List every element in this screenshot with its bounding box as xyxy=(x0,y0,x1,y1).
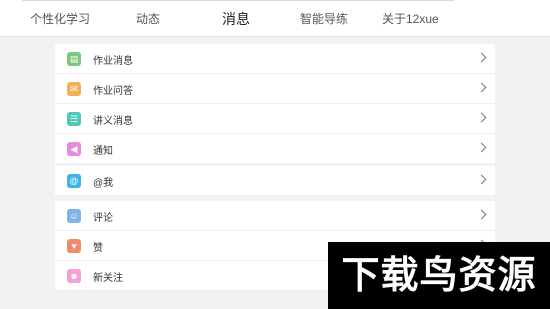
message-group-2: @ @我 xyxy=(55,166,495,195)
message-group-1: ▤ 作业消息 ✉ 作业问答 ☰ 讲义消息 ◀ 通知 xyxy=(55,44,495,163)
handout-message-icon: ☰ xyxy=(67,112,81,126)
tab-messages[interactable]: 消息 xyxy=(222,9,250,29)
chevron-right-icon xyxy=(476,142,487,153)
list-item-comment[interactable]: ☺ 评论 xyxy=(55,201,495,231)
top-divider xyxy=(22,0,454,1)
chevron-right-icon xyxy=(476,52,487,63)
list-item-label: @我 xyxy=(93,178,114,189)
chevron-right-icon xyxy=(476,174,487,185)
homework-message-icon: ▤ xyxy=(67,52,81,66)
list-item-label: 作业消息 xyxy=(93,56,133,67)
list-item-label: 新关注 xyxy=(93,273,123,284)
list-item-notification[interactable]: ◀ 通知 xyxy=(55,134,495,163)
list-item-homework-qa[interactable]: ✉ 作业问答 xyxy=(55,74,495,104)
list-item-label: 讲义消息 xyxy=(93,116,133,127)
list-item-label: 评论 xyxy=(93,213,113,224)
homework-qa-icon: ✉ xyxy=(67,82,81,96)
comment-icon: ☺ xyxy=(67,209,81,223)
list-item-mention[interactable]: @ @我 xyxy=(55,166,495,195)
list-item-label: 通知 xyxy=(93,146,113,157)
like-icon: ♥ xyxy=(67,239,81,253)
list-item-label: 赞 xyxy=(93,243,103,254)
tab-about[interactable]: 关于12xue xyxy=(382,10,439,27)
top-tab-bar: 个性化学习 动态 消息 智能导练 关于12xue xyxy=(0,0,550,37)
mention-icon: @ xyxy=(67,174,81,188)
chevron-right-icon xyxy=(476,209,487,220)
list-item-label: 作业问答 xyxy=(93,86,133,97)
new-follower-icon: ☻ xyxy=(67,269,81,283)
notification-icon: ◀ xyxy=(67,142,81,156)
chevron-right-icon xyxy=(476,112,487,123)
watermark-logo: 下载鸟资源 xyxy=(328,242,550,309)
chevron-right-icon xyxy=(476,82,487,93)
list-item-homework-message[interactable]: ▤ 作业消息 xyxy=(55,44,495,74)
list-item-handout-message[interactable]: ☰ 讲义消息 xyxy=(55,104,495,134)
tab-personalized-learning[interactable]: 个性化学习 xyxy=(30,10,90,27)
tab-activity[interactable]: 动态 xyxy=(136,10,160,27)
tab-smart-practice[interactable]: 智能导练 xyxy=(300,10,348,27)
